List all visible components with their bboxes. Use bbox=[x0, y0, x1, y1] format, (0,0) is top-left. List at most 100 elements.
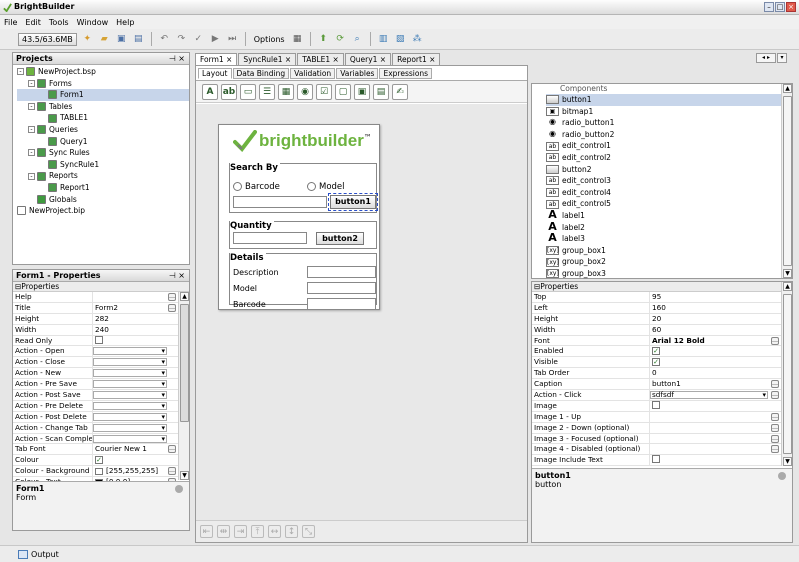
prop-row-action-close[interactable]: Action - Close bbox=[13, 357, 178, 369]
ellipsis-button[interactable]: … bbox=[771, 336, 779, 345]
doc-tab-table1[interactable]: TABLE1 × bbox=[297, 53, 344, 65]
collapse-icon[interactable]: - bbox=[28, 149, 35, 157]
prop-row-title[interactable]: Title Form2… bbox=[13, 302, 178, 314]
search-icon[interactable]: ⌕ bbox=[351, 33, 364, 46]
component-edit-control3[interactable]: ab edit_control3 bbox=[546, 175, 792, 187]
tree-item-newproject-bip[interactable]: NewProject.bip bbox=[17, 205, 189, 217]
doc-tab-query1[interactable]: Query1 × bbox=[344, 53, 392, 65]
collapse-icon[interactable]: - bbox=[28, 172, 35, 180]
prop-row-tab-order[interactable]: Tab Order 0 bbox=[532, 368, 781, 380]
tree-item-form1[interactable]: Form1 bbox=[17, 89, 189, 101]
options-icon[interactable]: ▦ bbox=[291, 33, 304, 46]
subtab-layout[interactable]: Layout bbox=[198, 68, 232, 79]
checkbox[interactable] bbox=[652, 400, 660, 409]
collapse-icon[interactable]: - bbox=[28, 79, 35, 87]
subtab-data-binding[interactable]: Data Binding bbox=[232, 68, 290, 79]
prop-value[interactable]: … bbox=[650, 412, 781, 422]
image-tool-icon[interactable]: ▣ bbox=[354, 83, 370, 100]
dropdown[interactable] bbox=[93, 368, 167, 378]
tree-item-globals[interactable]: Globals bbox=[17, 194, 189, 206]
collapse-icon[interactable]: - bbox=[28, 126, 35, 134]
prop-row-action-new[interactable]: Action - New bbox=[13, 368, 178, 380]
maximize-button[interactable]: □ bbox=[775, 2, 785, 12]
run-icon[interactable]: ▶ bbox=[209, 33, 222, 46]
component-bitmap1[interactable]: ▣ bitmap1 bbox=[546, 106, 792, 118]
prop-value[interactable]: [255,255,255]… bbox=[93, 466, 178, 476]
output-tab[interactable]: Output bbox=[18, 549, 59, 559]
radio-tool-icon[interactable]: ◉ bbox=[297, 83, 313, 100]
network-icon[interactable]: ⁂ bbox=[411, 33, 424, 46]
signature-tool-icon[interactable]: ✍ bbox=[392, 83, 408, 100]
prop-value[interactable]: 282 bbox=[93, 314, 178, 324]
component-label1[interactable]: Alabel1 bbox=[546, 209, 792, 222]
prop-value[interactable] bbox=[93, 368, 178, 378]
prop-value[interactable]: … bbox=[650, 444, 781, 454]
close-tab-icon[interactable]: × bbox=[377, 55, 386, 64]
ellipsis-button[interactable]: … bbox=[771, 380, 779, 389]
redo-icon[interactable]: ↷ bbox=[175, 33, 188, 46]
prop-value[interactable]: ✓ bbox=[650, 357, 781, 367]
prop-value[interactable]: 20 bbox=[650, 314, 781, 324]
component-group-box2[interactable]: [xy] group_box2 bbox=[546, 256, 792, 268]
tab-scroll-button[interactable]: ◂ ▸ bbox=[756, 53, 776, 63]
tree-item-queries[interactable]: - Queries bbox=[17, 124, 189, 136]
tree-item-newproject-bsp[interactable]: - NewProject.bsp bbox=[17, 66, 189, 78]
prop-row-width[interactable]: Width 240 bbox=[13, 324, 178, 336]
label-tool-icon[interactable]: A bbox=[202, 83, 218, 100]
prop-row-caption[interactable]: Caption button1… bbox=[532, 379, 781, 391]
checkbox[interactable] bbox=[95, 335, 103, 344]
ellipsis-button[interactable]: … bbox=[771, 423, 779, 432]
prop-row-image-include-text[interactable]: Image Include Text bbox=[532, 455, 781, 467]
prop-row-action-scan-complete[interactable]: Action - Scan Complete bbox=[13, 433, 178, 445]
component-label2[interactable]: Alabel2 bbox=[546, 221, 792, 234]
close-tab-icon[interactable]: × bbox=[283, 55, 291, 64]
doc-tab-syncrule1[interactable]: SyncRule1 × bbox=[238, 53, 297, 65]
collapse-icon[interactable]: - bbox=[28, 103, 35, 111]
prop-row-colour-background[interactable]: Colour - Background [255,255,255]… bbox=[13, 466, 178, 478]
prop-row-action-click[interactable]: Action - Clicksdfsdf… bbox=[532, 390, 781, 401]
menu-window[interactable]: Window bbox=[77, 18, 109, 27]
prop-value[interactable]: 60 bbox=[650, 325, 781, 335]
ellipsis-button[interactable]: … bbox=[771, 391, 779, 400]
options-button[interactable]: Options bbox=[252, 35, 287, 44]
prop-value[interactable]: Arial 12 Bold… bbox=[650, 336, 781, 346]
component-label3[interactable]: Alabel3 bbox=[546, 232, 792, 245]
prop-value[interactable] bbox=[93, 346, 178, 356]
prop-value[interactable] bbox=[93, 423, 178, 433]
dropdown[interactable] bbox=[93, 346, 167, 356]
components-scrollbar[interactable]: ▲ ▼ bbox=[781, 84, 792, 278]
edit-control2[interactable] bbox=[233, 232, 307, 244]
menu-tools[interactable]: Tools bbox=[49, 18, 69, 27]
prop-row-action-pre-delete[interactable]: Action - Pre Delete bbox=[13, 400, 178, 412]
component-radio-button2[interactable]: ◉ radio_button2 bbox=[546, 129, 792, 141]
component-group-box3[interactable]: [xy] group_box3 bbox=[546, 268, 792, 280]
ellipsis-button[interactable]: … bbox=[168, 303, 176, 312]
prop-row-image-4-disabled-optional-[interactable]: Image 4 - Disabled (optional)… bbox=[532, 444, 781, 456]
tree-item-sync-rules[interactable]: - Sync Rules bbox=[17, 147, 189, 159]
pin-icon[interactable]: ⊣ × bbox=[169, 53, 185, 64]
prop-value[interactable] bbox=[93, 412, 178, 422]
tree-item-syncrule1[interactable]: SyncRule1 bbox=[17, 159, 189, 171]
menu-edit[interactable]: Edit bbox=[25, 18, 41, 27]
dropdown[interactable] bbox=[93, 390, 167, 400]
ellipsis-button[interactable]: … bbox=[771, 434, 779, 443]
ellipsis-button[interactable]: … bbox=[168, 467, 176, 476]
prop-row-height[interactable]: Height 282 bbox=[13, 313, 178, 325]
subtab-validation[interactable]: Validation bbox=[290, 68, 336, 79]
edit-tool-icon[interactable]: ab bbox=[221, 83, 237, 100]
close-tab-icon[interactable]: × bbox=[330, 55, 339, 64]
button2[interactable]: button2 bbox=[316, 232, 364, 245]
component-edit-control5[interactable]: ab edit_control5 bbox=[546, 198, 792, 210]
align-left-icon[interactable]: ⇤ bbox=[200, 525, 213, 538]
radio-model[interactable]: Model bbox=[307, 182, 345, 192]
check-icon[interactable]: ✓ bbox=[192, 33, 205, 46]
dropdown[interactable] bbox=[93, 357, 167, 367]
grid-tool-icon[interactable]: ▦ bbox=[278, 83, 294, 100]
deploy-icon[interactable]: ⬆ bbox=[317, 33, 330, 46]
properties-scrollbar[interactable]: ▲ ▼ bbox=[178, 292, 189, 480]
dropdown[interactable] bbox=[93, 434, 167, 443]
collapse-icon[interactable]: - bbox=[17, 68, 24, 76]
component-radio-button1[interactable]: ◉ radio_button1 bbox=[546, 117, 792, 129]
checkbox[interactable] bbox=[652, 455, 660, 464]
prop-row-action-post-delete[interactable]: Action - Post Delete bbox=[13, 411, 178, 423]
